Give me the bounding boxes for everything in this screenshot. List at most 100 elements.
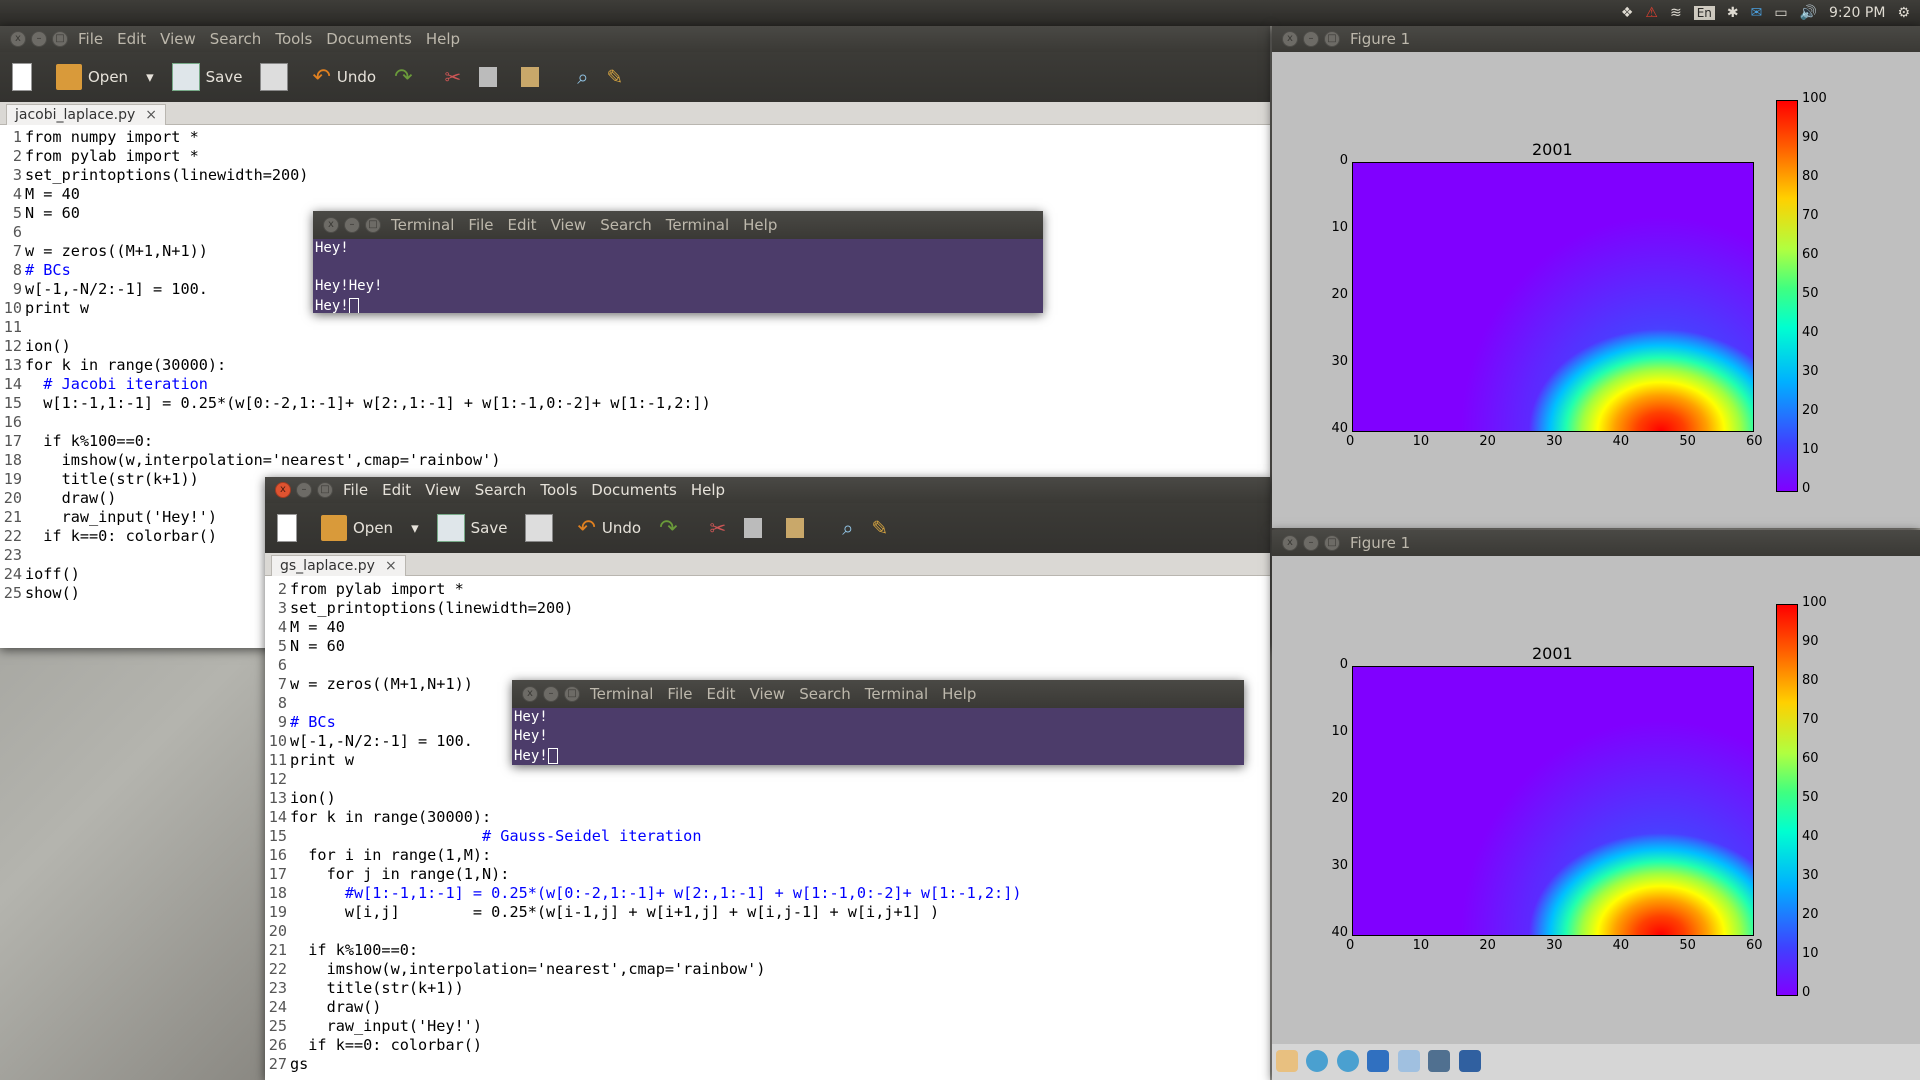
new-button[interactable] — [12, 63, 38, 91]
menu-edit[interactable]: Edit — [707, 685, 736, 703]
copy-button[interactable] — [479, 67, 503, 87]
menu-edit[interactable]: Edit — [508, 216, 537, 234]
menu-view[interactable]: View — [160, 30, 196, 48]
heatmap-plot[interactable] — [1352, 666, 1754, 936]
minimize-icon[interactable]: – — [1303, 535, 1319, 551]
chevron-down-icon[interactable]: ▾ — [146, 68, 154, 86]
minimize-icon[interactable]: – — [543, 686, 559, 702]
warning-icon[interactable]: ⚠ — [1645, 5, 1658, 21]
volume-icon[interactable]: 🔊 — [1800, 5, 1817, 21]
menu-view[interactable]: View — [551, 216, 587, 234]
terminal-output[interactable]: Hey! Hey! Hey! — [512, 708, 1244, 765]
menu-tools[interactable]: Tools — [540, 481, 577, 499]
save-icon[interactable] — [1458, 1050, 1481, 1072]
line-number: 8 — [12, 261, 22, 279]
back-icon[interactable] — [1306, 1050, 1329, 1072]
menu-search[interactable]: Search — [600, 216, 652, 234]
zoom-icon[interactable] — [1397, 1050, 1420, 1072]
new-button[interactable] — [277, 514, 303, 542]
pan-icon[interactable] — [1367, 1050, 1390, 1072]
maximize-icon[interactable]: □ — [564, 686, 580, 702]
menu-search[interactable]: Search — [210, 30, 262, 48]
close-icon[interactable]: x — [522, 686, 538, 702]
code-editor[interactable]: 2 from pylab import * 3 set_printoptions(li… — [265, 576, 1270, 1080]
dropbox-icon[interactable]: ❖ — [1621, 5, 1634, 21]
redo-button[interactable]: ↷ — [659, 516, 677, 541]
menu-tools[interactable]: Tools — [275, 30, 312, 48]
menu-search[interactable]: Search — [475, 481, 527, 499]
undo-button[interactable]: ↶ Undo — [577, 516, 641, 541]
gear-icon[interactable]: ⚙ — [1897, 5, 1910, 21]
clock[interactable]: 9:20 PM — [1829, 5, 1885, 21]
close-icon[interactable]: × — [385, 558, 397, 574]
menu-file[interactable]: File — [468, 216, 493, 234]
chevron-down-icon[interactable]: ▾ — [411, 519, 419, 537]
open-button[interactable]: Open ▾ — [321, 515, 419, 541]
replace-button[interactable]: ✎ — [871, 516, 888, 540]
minimize-icon[interactable]: – — [31, 31, 47, 47]
menu-help[interactable]: Help — [691, 481, 725, 499]
tab-jacobi-laplace[interactable]: jacobi_laplace.py × — [6, 104, 166, 125]
menu-help[interactable]: Help — [426, 30, 460, 48]
replace-button[interactable]: ✎ — [606, 65, 623, 89]
close-icon[interactable]: x — [323, 217, 339, 233]
minimize-icon[interactable]: – — [344, 217, 360, 233]
battery-icon[interactable]: ▭ — [1774, 5, 1787, 21]
maximize-icon[interactable]: □ — [365, 217, 381, 233]
close-icon[interactable]: x — [1282, 31, 1298, 47]
find-button[interactable]: ⌕ — [842, 516, 853, 540]
menu-documents[interactable]: Documents — [326, 30, 412, 48]
maximize-icon[interactable]: □ — [317, 482, 333, 498]
menu-edit[interactable]: Edit — [382, 481, 411, 499]
redo-button[interactable]: ↷ — [394, 65, 412, 90]
paste-button[interactable] — [521, 67, 545, 87]
mail-icon[interactable]: ✉ — [1751, 5, 1763, 21]
save-label: Save — [470, 519, 508, 537]
menu-terminal[interactable]: Terminal — [865, 685, 928, 703]
menu-file[interactable]: File — [78, 30, 103, 48]
keyboard-language[interactable]: En — [1693, 6, 1715, 20]
y-tick-label: 0 — [1339, 657, 1348, 672]
cut-button[interactable]: ✂ — [445, 65, 462, 89]
minimize-icon[interactable]: – — [296, 482, 312, 498]
menu-view[interactable]: View — [750, 685, 786, 703]
subplots-icon[interactable] — [1428, 1050, 1451, 1072]
tab-gs-laplace[interactable]: gs_laplace.py × — [271, 555, 406, 576]
paste-button[interactable] — [786, 518, 810, 538]
minimize-icon[interactable]: – — [1303, 31, 1319, 47]
open-button[interactable]: Open ▾ — [56, 64, 154, 90]
menu-search[interactable]: Search — [799, 685, 851, 703]
menu-help[interactable]: Help — [942, 685, 976, 703]
menu-documents[interactable]: Documents — [591, 481, 677, 499]
menu-help[interactable]: Help — [743, 216, 777, 234]
code-line: 14 for k in range(30000): — [265, 808, 1270, 827]
cut-button[interactable]: ✂ — [710, 516, 727, 540]
menu-edit[interactable]: Edit — [117, 30, 146, 48]
undo-button[interactable]: ↶ Undo — [312, 65, 376, 90]
menu-file[interactable]: File — [667, 685, 692, 703]
maximize-icon[interactable]: □ — [52, 31, 68, 47]
close-icon[interactable]: x — [275, 482, 291, 498]
find-button[interactable]: ⌕ — [577, 65, 588, 89]
home-icon[interactable] — [1276, 1050, 1298, 1072]
menu-terminal[interactable]: Terminal — [666, 216, 729, 234]
copy-button[interactable] — [744, 518, 768, 538]
forward-icon[interactable] — [1336, 1050, 1359, 1072]
bluetooth-icon[interactable]: ✱ — [1727, 5, 1739, 21]
maximize-icon[interactable]: □ — [1324, 535, 1340, 551]
line-number: 25 — [3, 584, 22, 602]
menu-view[interactable]: View — [425, 481, 461, 499]
menu-file[interactable]: File — [343, 481, 368, 499]
terminal-output[interactable]: Hey! Hey!Hey! Hey! — [313, 239, 1043, 313]
close-icon[interactable]: x — [10, 31, 26, 47]
print-button[interactable] — [260, 63, 294, 91]
heatmap-plot[interactable] — [1352, 162, 1754, 432]
save-button[interactable]: Save — [436, 514, 508, 542]
maximize-icon[interactable]: □ — [1324, 31, 1340, 47]
close-icon[interactable]: × — [145, 107, 157, 123]
save-button[interactable]: Save — [171, 63, 242, 91]
close-icon[interactable]: x — [1282, 535, 1298, 551]
wifi-icon[interactable]: ≋ — [1670, 5, 1682, 21]
code-text: set_printoptions(linewidth=200) — [25, 166, 309, 184]
print-button[interactable] — [525, 514, 559, 542]
